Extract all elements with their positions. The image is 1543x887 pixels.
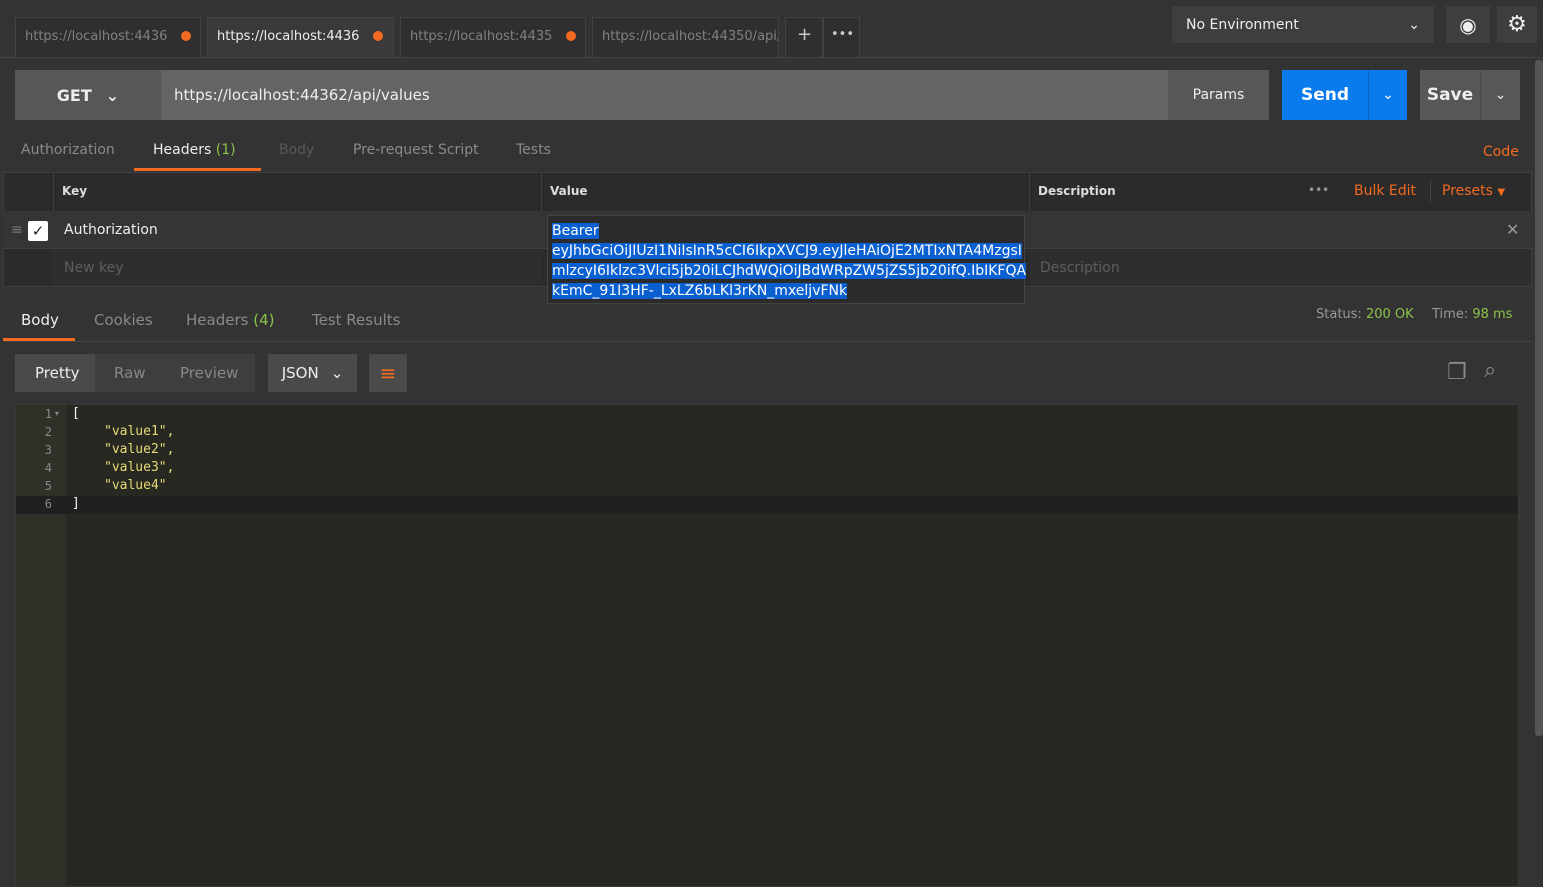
tab-tests[interactable]: Tests bbox=[516, 142, 551, 158]
tab-headers[interactable]: Headers (1) bbox=[153, 142, 236, 158]
code-link[interactable]: Code bbox=[1483, 144, 1519, 160]
code-line: "value1", bbox=[104, 424, 175, 439]
code-line: "value3", bbox=[104, 460, 175, 475]
headers-count: (4) bbox=[253, 311, 275, 329]
unsaved-dot-icon bbox=[181, 31, 192, 41]
divider bbox=[0, 57, 1543, 58]
tab-label: https://localhost:4436 bbox=[25, 29, 168, 44]
gear-icon[interactable]: ⚙ bbox=[1497, 6, 1537, 43]
raw-button[interactable]: Raw bbox=[114, 364, 146, 382]
url-input[interactable]: https://localhost:44362/api/values bbox=[161, 70, 1168, 120]
code-line: "value4" bbox=[104, 478, 167, 493]
status-value: 200 OK bbox=[1365, 307, 1414, 322]
chevron-down-icon: ⌄ bbox=[1408, 16, 1420, 33]
chevron-down-icon: ⌄ bbox=[105, 85, 120, 105]
headers-count: (1) bbox=[215, 142, 236, 158]
active-tab-underline bbox=[134, 168, 261, 171]
response-tab-test-results[interactable]: Test Results bbox=[312, 311, 400, 329]
format-select[interactable]: JSON ⌄ bbox=[268, 354, 357, 392]
status-readout: Status: 200 OK bbox=[1316, 307, 1414, 322]
time-value: 98 ms bbox=[1472, 307, 1513, 322]
save-options-chevron-icon[interactable]: ⌄ bbox=[1480, 70, 1520, 120]
more-tabs-icon[interactable]: ••• bbox=[823, 17, 860, 57]
status-label: Status: bbox=[1316, 307, 1362, 322]
more-options-icon[interactable]: ••• bbox=[1308, 183, 1329, 197]
header-key-input[interactable]: Authorization bbox=[64, 222, 158, 238]
eye-icon[interactable]: ◉ bbox=[1446, 6, 1490, 43]
divider bbox=[1430, 180, 1431, 202]
line-number: 1 bbox=[44, 407, 52, 421]
tab-pre-request-script[interactable]: Pre-request Script bbox=[353, 142, 479, 158]
caret-down-icon: ▼ bbox=[1497, 187, 1506, 198]
delete-row-icon[interactable]: ✕ bbox=[1506, 220, 1519, 239]
line-number: 3 bbox=[44, 443, 52, 457]
search-icon[interactable]: ⌕ bbox=[1484, 358, 1496, 383]
response-tab-headers[interactable]: Headers (4) bbox=[186, 311, 274, 329]
new-description-input[interactable]: Description bbox=[1030, 250, 1530, 286]
copy-icon[interactable]: ❐ bbox=[1447, 360, 1467, 385]
response-tab-cookies[interactable]: Cookies bbox=[94, 311, 153, 329]
header-value-input[interactable]: Bearer eyJhbGciOiJIUzI1NiIsInR5cCI6IkpXV… bbox=[547, 215, 1027, 304]
drag-handle-icon[interactable]: ≡ bbox=[11, 222, 23, 238]
save-button[interactable]: Save bbox=[1420, 70, 1480, 120]
tab-label: https://localhost:4435 bbox=[410, 29, 553, 44]
response-tab-body[interactable]: Body bbox=[21, 311, 59, 329]
value-column-header: Value bbox=[542, 173, 1030, 211]
tab-label: https://localhost:4436 bbox=[217, 29, 360, 44]
time-readout: Time: 98 ms bbox=[1432, 307, 1512, 322]
request-tab[interactable]: https://localhost:4435 bbox=[400, 17, 586, 57]
unsaved-dot-icon bbox=[373, 31, 384, 41]
environment-select[interactable]: No Environment ⌄ bbox=[1172, 6, 1434, 43]
pretty-button[interactable]: Pretty bbox=[15, 354, 95, 392]
presets-dropdown[interactable]: Presets ▼ bbox=[1442, 183, 1505, 199]
active-line bbox=[16, 496, 1518, 514]
code-line: ] bbox=[72, 496, 80, 511]
chevron-down-icon: ⌄ bbox=[330, 364, 344, 382]
bulk-edit-button[interactable]: Bulk Edit bbox=[1354, 183, 1416, 199]
scrollbar[interactable] bbox=[1535, 60, 1543, 736]
fold-icon[interactable]: ▾ bbox=[55, 409, 59, 418]
method-select[interactable]: GET ⌄ bbox=[15, 70, 161, 120]
value-line: mlzcyI6Iklzc3Vlci5jb20iLCJhdWQiOiJBdWRpZ… bbox=[552, 263, 1027, 279]
value-line: kEmC_91I3HF-_LxLZ6bLKl3rKN_mxeljvFNk bbox=[552, 283, 848, 299]
value-line: Bearer bbox=[552, 223, 599, 239]
value-line: eyJhbGciOiJIUzI1NiIsInR5cCI6IkpXVCJ9.eyJ… bbox=[552, 243, 1022, 259]
request-tab-active[interactable]: https://localhost:4436 bbox=[207, 17, 394, 58]
key-column-header: Key bbox=[53, 173, 542, 211]
tab-body[interactable]: Body bbox=[279, 142, 314, 158]
request-tab[interactable]: https://localhost:44350/api/ bbox=[592, 17, 779, 57]
tab-label: Headers bbox=[153, 142, 212, 158]
environment-label: No Environment bbox=[1186, 16, 1299, 33]
line-number: 4 bbox=[44, 461, 52, 475]
preview-button[interactable]: Preview bbox=[180, 364, 238, 382]
send-options-chevron-icon[interactable]: ⌄ bbox=[1368, 70, 1407, 120]
line-number: 5 bbox=[44, 479, 52, 493]
params-button[interactable]: Params bbox=[1168, 70, 1269, 120]
send-button[interactable]: Send bbox=[1282, 70, 1368, 120]
line-number: 2 bbox=[44, 425, 52, 439]
tab-label: https://localhost:44350/api/ bbox=[602, 29, 779, 44]
description-column-header: Description bbox=[1038, 184, 1116, 198]
active-tab-underline bbox=[3, 338, 75, 341]
presets-label: Presets bbox=[1442, 183, 1493, 199]
response-body-editor[interactable] bbox=[15, 404, 1519, 887]
wrap-lines-icon[interactable]: ≡ bbox=[369, 354, 407, 392]
divider bbox=[3, 341, 1532, 342]
tab-label: Headers bbox=[186, 311, 249, 329]
new-key-input[interactable]: New key bbox=[52, 250, 542, 286]
time-label: Time: bbox=[1432, 307, 1469, 322]
new-tab-button[interactable]: + bbox=[785, 17, 823, 57]
unsaved-dot-icon bbox=[566, 31, 577, 41]
tab-authorization[interactable]: Authorization bbox=[21, 142, 115, 158]
line-number: 6 bbox=[44, 497, 52, 511]
format-label: JSON bbox=[281, 364, 319, 382]
enabled-checkbox[interactable]: ✓ bbox=[28, 221, 48, 241]
code-line: "value2", bbox=[104, 442, 175, 457]
line-gutter bbox=[16, 405, 66, 887]
method-label: GET bbox=[56, 85, 92, 105]
request-tab[interactable]: https://localhost:4436 bbox=[15, 17, 201, 57]
code-line: [ bbox=[72, 406, 80, 421]
